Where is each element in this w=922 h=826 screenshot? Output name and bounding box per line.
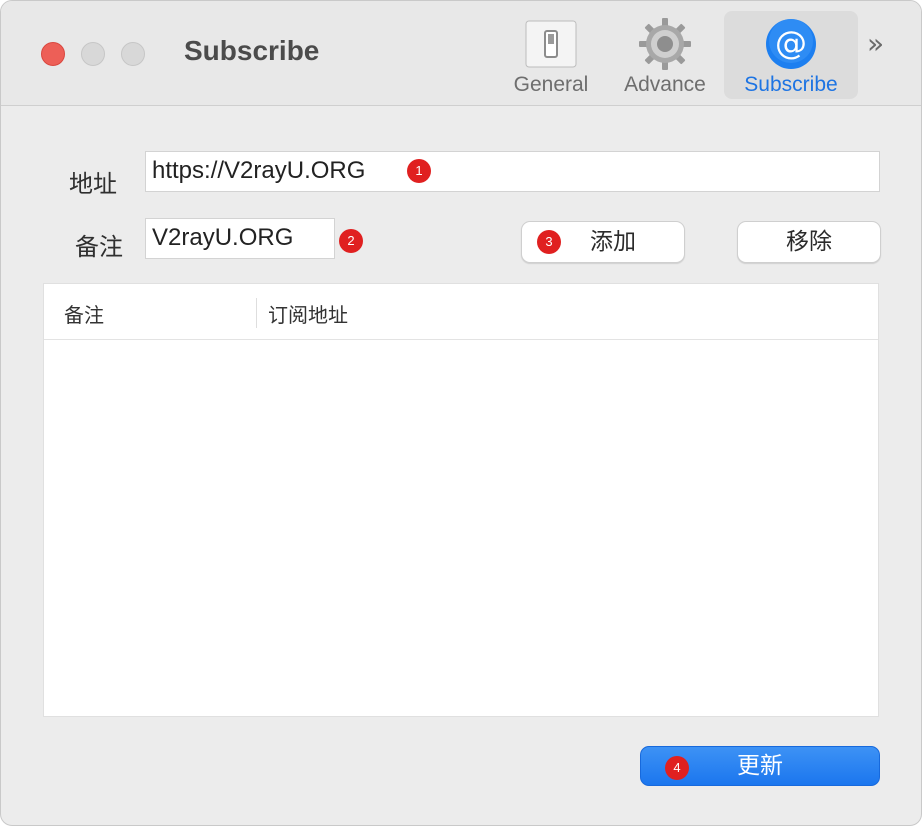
minimize-window-button[interactable]: [81, 42, 105, 66]
remark-input[interactable]: V2rayU.ORG: [145, 218, 335, 259]
address-value: https://V2rayU.ORG: [152, 157, 366, 184]
preferences-window: Subscribe General Advance @ Subscribe » …: [0, 0, 922, 826]
address-input[interactable]: https://V2rayU.ORG: [145, 151, 880, 192]
address-label: 地址: [69, 170, 117, 198]
step-badge-3: 3: [537, 230, 561, 254]
remove-button[interactable]: 移除: [737, 221, 881, 263]
svg-text:@: @: [775, 24, 807, 62]
switch-icon: [524, 17, 578, 71]
at-sign-icon: @: [764, 17, 818, 71]
gear-icon: [638, 17, 692, 71]
toolbar-subscribe[interactable]: @ Subscribe: [724, 11, 858, 99]
add-button-label: 添加: [590, 229, 636, 255]
update-button-label: 更新: [737, 753, 783, 779]
column-header-subscription-url[interactable]: 订阅地址: [268, 299, 348, 328]
toolbar-advance[interactable]: Advance: [598, 11, 732, 99]
table-header: 备注 订阅地址: [44, 284, 878, 340]
step-badge-2: 2: [339, 229, 363, 253]
zoom-window-button[interactable]: [121, 42, 145, 66]
chevron-double-right-icon[interactable]: »: [867, 27, 884, 60]
column-divider[interactable]: [256, 298, 257, 328]
step-badge-1: 1: [407, 159, 431, 183]
toolbar-advance-label: Advance: [624, 73, 706, 96]
remark-label: 备注: [75, 233, 123, 261]
title-bar: Subscribe General Advance @ Subscribe »: [1, 1, 921, 106]
subscription-table[interactable]: 备注 订阅地址: [43, 283, 879, 717]
remove-button-label: 移除: [786, 229, 832, 255]
window-title: Subscribe: [184, 35, 320, 66]
step-badge-4: 4: [665, 756, 689, 780]
toolbar-subscribe-label: Subscribe: [744, 73, 838, 96]
remark-value: V2rayU.ORG: [152, 224, 294, 251]
column-header-remark[interactable]: 备注: [64, 299, 104, 328]
close-window-button[interactable]: [41, 42, 65, 66]
